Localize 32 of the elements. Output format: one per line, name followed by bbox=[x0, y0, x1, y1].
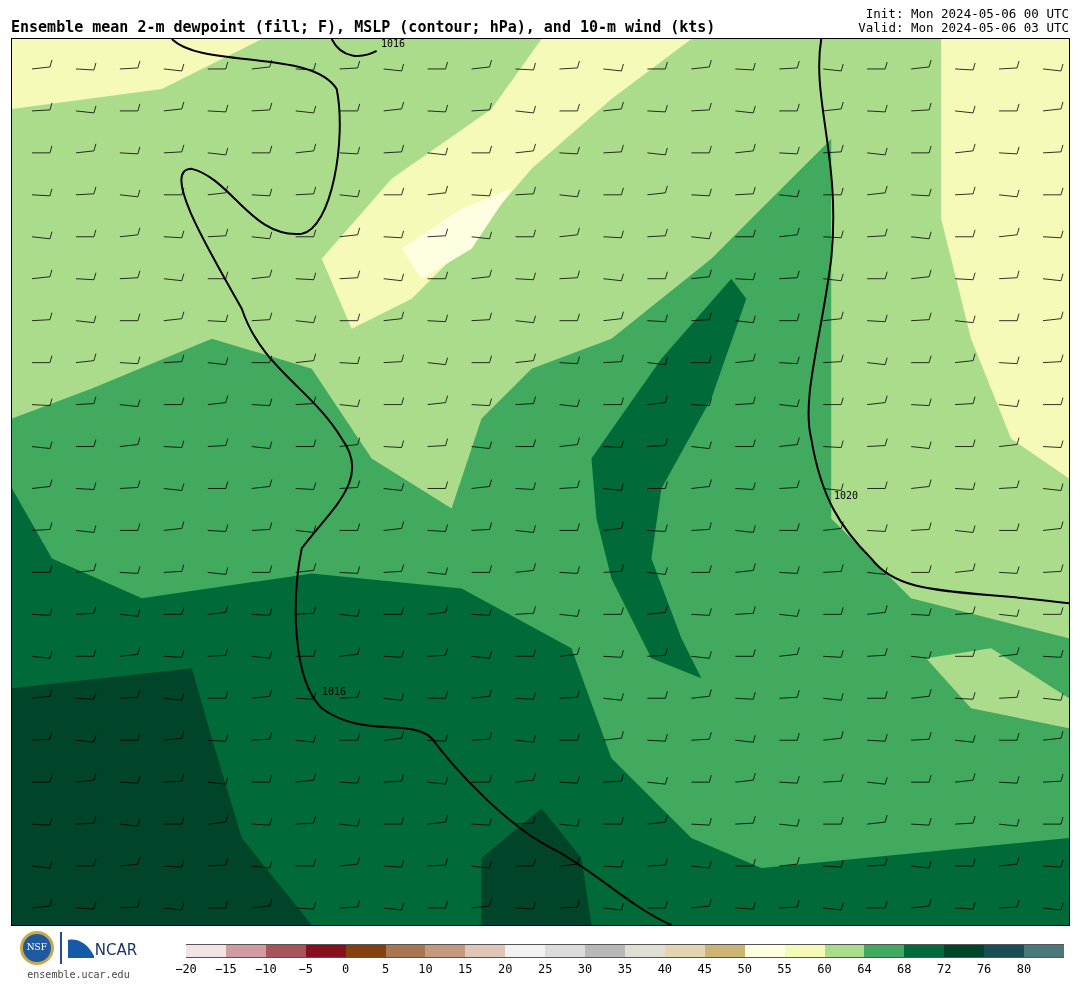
tick-label: −20 bbox=[175, 963, 197, 975]
contour-label: 1016 bbox=[381, 39, 406, 49]
tick-label: 15 bbox=[458, 963, 473, 975]
tick-label: 10 bbox=[418, 963, 433, 975]
tick-label: 45 bbox=[697, 963, 712, 975]
contour-label: 1016 bbox=[322, 687, 347, 697]
tick-label: 55 bbox=[777, 963, 792, 975]
tick-label: 50 bbox=[737, 963, 752, 975]
site-url: ensemble.ucar.edu bbox=[27, 968, 130, 982]
tick-label: 80 bbox=[1016, 963, 1032, 975]
tick-label: 68 bbox=[897, 963, 912, 975]
swoosh-icon bbox=[67, 938, 94, 958]
nsf-logo: NSF bbox=[19, 931, 54, 965]
timestamp: Valid: Mon 2024-05-06 03 UTC bbox=[858, 21, 1069, 35]
tick-label: 64 bbox=[857, 963, 872, 975]
tick-label: 20 bbox=[498, 963, 513, 975]
tick-label: 5 bbox=[381, 963, 390, 975]
tick-label: 76 bbox=[976, 963, 992, 975]
tick-label: 30 bbox=[577, 963, 593, 975]
timestamp: Init: Mon 2024-05-06 00 UTC bbox=[865, 7, 1069, 21]
tick-label: 0 bbox=[342, 963, 350, 975]
tick-label: −15 bbox=[215, 963, 237, 975]
tick-label: 60 bbox=[817, 963, 832, 975]
tick-label: 40 bbox=[657, 963, 673, 975]
tick-label: 35 bbox=[617, 963, 633, 975]
tick-label: −5 bbox=[298, 963, 313, 975]
tick-label: −10 bbox=[254, 963, 277, 975]
ncar-logo: NCAR bbox=[67, 938, 138, 958]
tick-label: 25 bbox=[537, 963, 553, 975]
contour-label: 1020 bbox=[834, 491, 859, 501]
tick-label: 72 bbox=[937, 963, 952, 975]
chart-title: Ensemble mean 2-m dewpoint (fill; F), MSLP (contour; hPa), and 10-m wind (kts) bbox=[11, 20, 716, 35]
